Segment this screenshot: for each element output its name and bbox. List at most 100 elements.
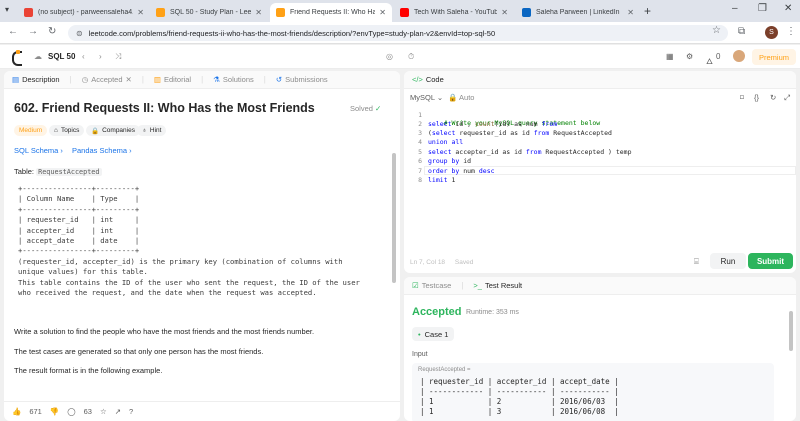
browser-tab-problem[interactable]: Friend Requests II: Who Has th... ✕ <box>270 3 392 22</box>
forward-icon[interactable]: → <box>28 26 38 37</box>
address-bar[interactable]: ⊜ leetcode.com/problems/friend-requests-… <box>68 25 728 41</box>
streak-fire-icon[interactable]: 🜂 <box>706 52 713 69</box>
premium-button[interactable]: Premium <box>752 49 796 65</box>
fullscreen-icon[interactable]: ⤢ <box>784 93 790 103</box>
comment-count: 63 <box>83 407 92 416</box>
code-keyword: select <box>431 129 456 137</box>
bookmark-icon[interactable]: ⌑ <box>740 93 744 102</box>
tab-submissions[interactable]: ↺ Submissions <box>276 75 328 84</box>
browser-tab-study-plan[interactable]: SQL 50 - Study Plan - LeetCode ✕ <box>150 3 268 22</box>
language-label: MySQL <box>410 93 435 102</box>
notes-icon[interactable]: ⌸ <box>694 257 699 267</box>
code-line[interactable]: select id , count(id) as num from <box>428 120 557 128</box>
code-line[interactable]: select accepter_id as id from RequestAcc… <box>428 148 632 156</box>
leetcode-logo[interactable] <box>10 50 22 66</box>
code-line[interactable]: limit 1 <box>428 176 455 184</box>
browser-tab-linkedin[interactable]: Saleha Parween | LinkedIn ✕ <box>516 3 640 22</box>
browser-menu-icon[interactable]: ⋮ <box>786 26 796 37</box>
run-button[interactable]: Run <box>710 253 746 269</box>
browser-tab-youtube[interactable]: Tech With Saleha - YouTube ✕ <box>394 3 514 22</box>
auto-mode-toggle[interactable]: 🔒 Auto <box>448 93 474 102</box>
code-keyword: desc <box>478 167 495 175</box>
minimize-icon[interactable]: – <box>732 3 738 14</box>
prev-problem-icon[interactable]: ‹ <box>82 52 85 61</box>
reload-icon[interactable]: ↻ <box>48 26 56 37</box>
result-scrollbar[interactable] <box>789 311 793 351</box>
code-line[interactable]: (select requester_id as id from RequestA… <box>428 129 612 137</box>
lock-icon: 🔒 <box>91 127 100 135</box>
user-avatar[interactable] <box>733 50 745 62</box>
code-line[interactable]: order by num desc <box>428 167 495 175</box>
problem-title: 602. Friend Requests II: Who Has the Mos… <box>14 101 315 115</box>
tab-test-result[interactable]: >_ Test Result <box>473 281 522 290</box>
format-code-icon[interactable]: {} <box>754 93 759 102</box>
linkedin-icon <box>522 8 531 17</box>
layout-icon[interactable]: ▦ <box>666 52 674 61</box>
line-number: 8 <box>418 176 422 184</box>
description-scrollbar[interactable] <box>392 153 396 283</box>
save-status: Saved <box>454 259 474 266</box>
close-icon[interactable]: ✕ <box>501 8 508 17</box>
history-icon: ↺ <box>275 75 283 84</box>
language-select[interactable]: MySQL ⌄ <box>410 93 443 102</box>
close-icon[interactable]: ✕ <box>126 75 132 84</box>
share-icon[interactable]: ↗ <box>115 407 121 416</box>
browser-tab-label: Friend Requests II: Who Has th... <box>290 9 376 16</box>
window-close-icon[interactable]: ✕ <box>784 3 792 14</box>
table-name: RequestAccepted <box>36 168 102 176</box>
help-icon[interactable]: ? <box>129 407 133 416</box>
profile-avatar[interactable]: S <box>765 26 778 39</box>
tab-solutions[interactable]: ⚗ Solutions <box>213 75 254 84</box>
problem-list-name[interactable]: SQL 50 <box>48 52 75 61</box>
next-problem-icon[interactable]: › <box>99 52 102 61</box>
hint-button[interactable]: ♁ Hint <box>137 125 167 136</box>
tab-accepted[interactable]: ◷ Accepted ✕ <box>82 75 132 84</box>
runtime-label: Runtime: 353 ms <box>466 309 519 316</box>
pandas-schema-label: Pandas Schema <box>72 146 128 155</box>
code-line[interactable]: group by id <box>428 157 471 165</box>
companies-button[interactable]: 🔒 Companies <box>86 125 140 136</box>
browser-tab-gmail[interactable]: (no subject) - parweensaleha4... ✕ <box>18 3 150 22</box>
site-info-icon[interactable]: ⊜ <box>76 29 83 38</box>
tab-testcase[interactable]: ☑ Testcase <box>412 281 451 290</box>
maximize-icon[interactable]: ❐ <box>758 3 767 14</box>
thumbs-up-icon[interactable]: 👍 <box>12 407 21 416</box>
sql-schema-link[interactable]: SQL Schema › <box>14 146 63 155</box>
tab-label: Accepted <box>91 75 123 84</box>
reset-icon[interactable]: ↻ <box>770 93 776 102</box>
solved-label: Solved <box>350 104 373 113</box>
tab-label: Solutions <box>222 75 254 84</box>
code-line[interactable]: union all <box>428 138 463 146</box>
tab-code[interactable]: </> Code <box>412 75 444 84</box>
topics-button[interactable]: ⌂ Topics <box>49 125 85 136</box>
browser-tab-strip: ▾ (no subject) - parweensaleha4... ✕ SQL… <box>0 0 800 22</box>
shuffle-icon[interactable]: ⤨ <box>115 52 121 62</box>
bookmark-star-icon[interactable]: ☆ <box>712 25 721 36</box>
list-icon[interactable]: ☁ <box>34 52 42 61</box>
pandas-schema-link[interactable]: Pandas Schema › <box>72 146 132 155</box>
close-icon[interactable]: ✕ <box>379 8 386 17</box>
input-table-tag: RequestAccepted = <box>418 367 471 373</box>
extensions-icon[interactable]: ⧉ <box>738 26 745 37</box>
test-result-panel: ☑ Testcase | >_ Test Result Accepted Run… <box>404 277 796 421</box>
close-icon[interactable]: ✕ <box>137 8 144 17</box>
debug-icon[interactable]: ◎ <box>386 52 393 61</box>
settings-gear-icon[interactable]: ⚙ <box>686 52 693 61</box>
tab-search-icon[interactable]: ▾ <box>5 5 9 14</box>
thumbs-down-icon[interactable]: 👎 <box>50 407 59 416</box>
tab-editorial[interactable]: ▥ Editorial <box>154 75 191 84</box>
code-text: RequestAccepted <box>549 129 612 137</box>
close-icon[interactable]: ✕ <box>627 8 634 17</box>
submit-button[interactable]: Submit <box>748 253 793 269</box>
close-icon[interactable]: ✕ <box>255 8 262 17</box>
case-tab[interactable]: • Case 1 <box>412 327 455 341</box>
table-row: | requester_id | accepter_id | accept_da… <box>420 377 619 386</box>
tab-description[interactable]: ▤ Description <box>12 75 60 84</box>
new-tab-icon[interactable]: + <box>644 4 651 18</box>
star-icon[interactable]: ☆ <box>100 407 107 416</box>
terminal-icon: >_ <box>473 281 482 290</box>
timer-icon[interactable]: ⏱ <box>408 52 414 62</box>
comment-icon[interactable]: ◯ <box>67 407 75 416</box>
code-text: 1 <box>447 176 456 184</box>
back-icon[interactable]: ← <box>8 26 18 37</box>
